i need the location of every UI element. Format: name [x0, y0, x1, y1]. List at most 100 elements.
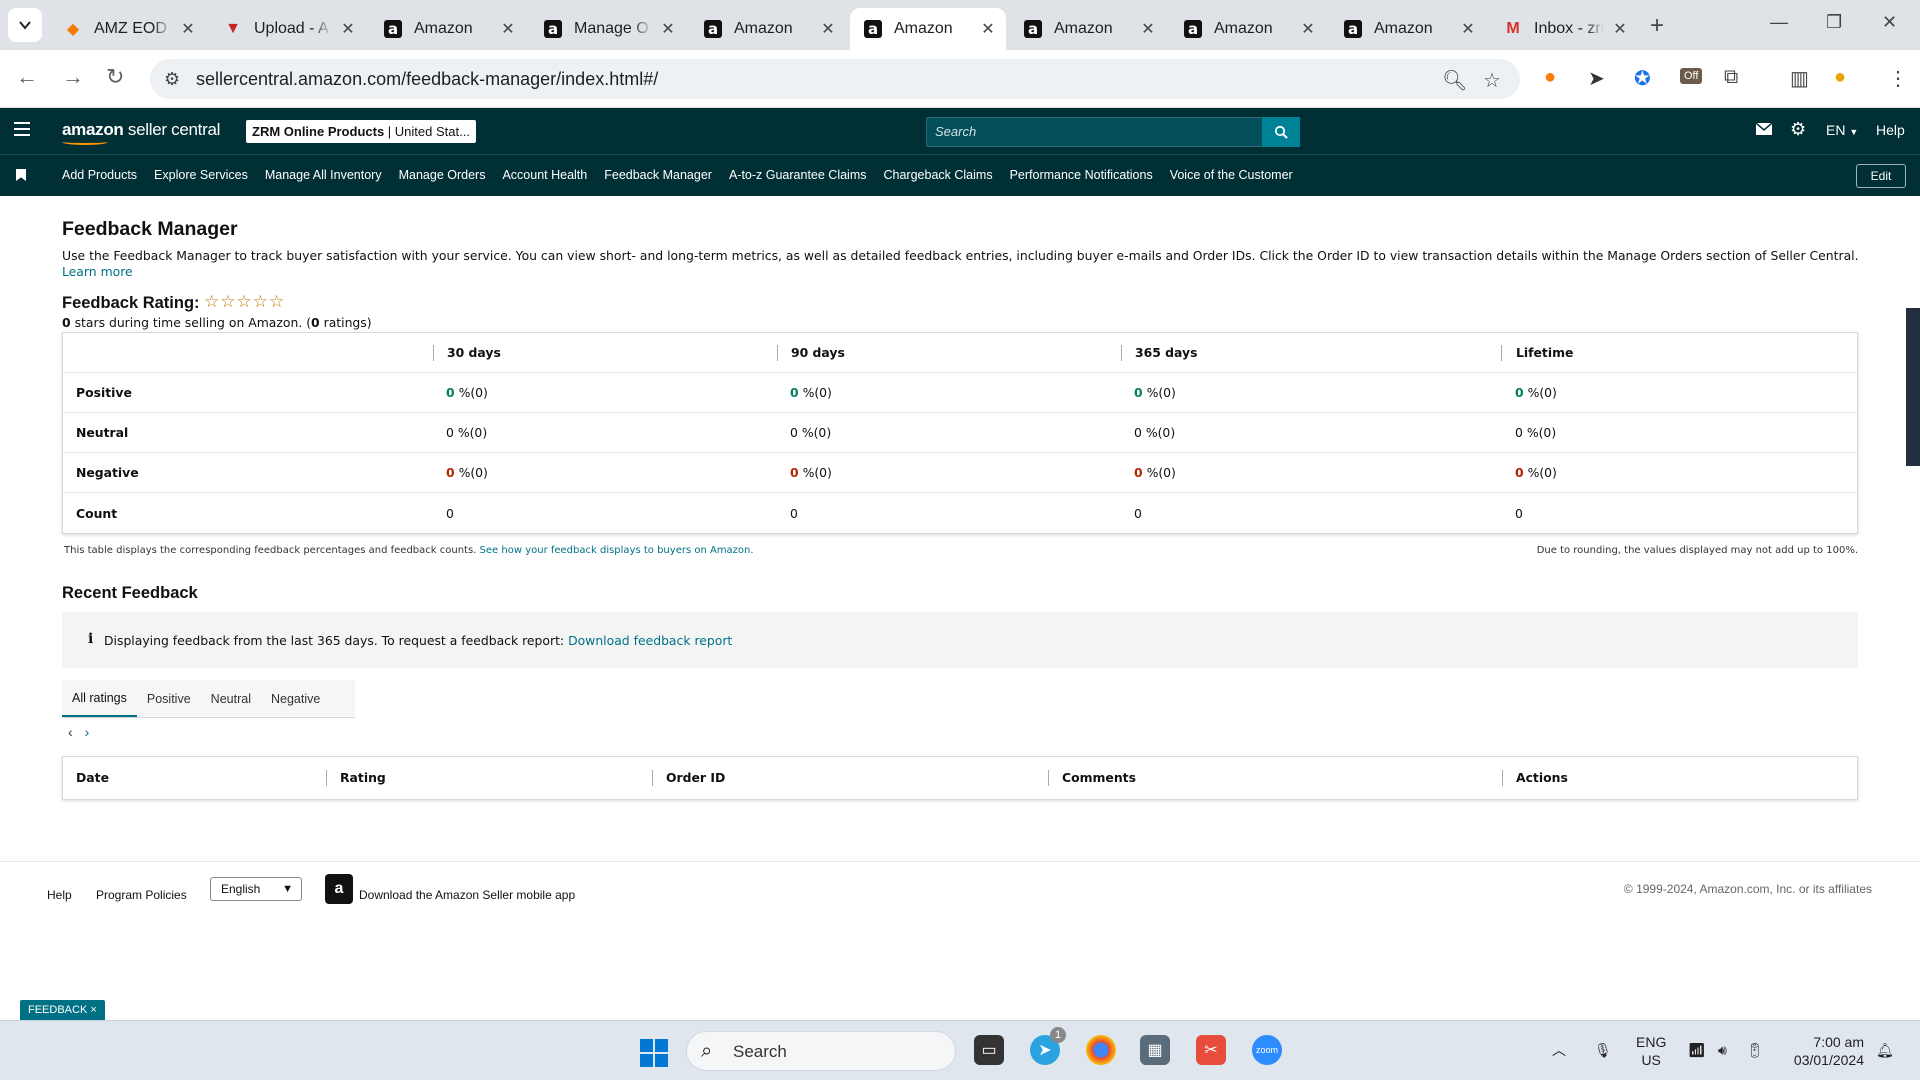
table-row: Positive 0 %(0) 0 %(0) 0 %(0) 0 %(0) [63, 373, 1857, 413]
tab-all-ratings[interactable]: All ratings [62, 680, 137, 717]
bookmark-icon[interactable] [16, 169, 26, 181]
extension-off-badge[interactable]: Off [1680, 68, 1703, 84]
site-settings-icon[interactable]: ⚙ [164, 69, 180, 90]
tab-neutral[interactable]: Neutral [201, 680, 261, 717]
nav-link[interactable]: A-to-z Guarantee Claims [729, 168, 867, 182]
new-tab-plus-icon[interactable]: + [1650, 12, 1664, 40]
minimize-icon[interactable]: — [1770, 12, 1788, 33]
feedback-pill-button[interactable]: FEEDBACK × [20, 1000, 105, 1020]
calculator-icon[interactable]: ▦ [1140, 1035, 1170, 1065]
browser-tab[interactable]: a Amazon ✕ [1330, 8, 1486, 50]
extensions-puzzle-icon[interactable]: ⧉ [1724, 66, 1738, 89]
close-tab-icon[interactable]: ✕ [340, 19, 356, 39]
download-feedback-report-link[interactable]: Download feedback report [568, 633, 732, 648]
browser-tab[interactable]: ◆ AMZ EOD ✕ [50, 8, 206, 50]
amazon-seller-central-logo[interactable]: amazon seller central [62, 120, 220, 145]
tab-positive[interactable]: Positive [137, 680, 201, 717]
back-arrow-icon[interactable]: ← [16, 64, 38, 90]
extension-arrow-icon[interactable]: ➤ [1588, 66, 1605, 91]
learn-more-link[interactable]: Learn more [62, 264, 133, 279]
language-indicator[interactable]: ENG US [1636, 1033, 1666, 1069]
zoom-app-icon[interactable]: zoom [1252, 1035, 1282, 1065]
forward-arrow-icon[interactable]: → [62, 64, 84, 90]
file-explorer-icon[interactable]: ▭ [974, 1035, 1004, 1065]
nav-link[interactable]: Add Products [62, 168, 137, 182]
url-text[interactable]: sellercentral.amazon.com/feedback-manage… [196, 69, 658, 90]
close-tab-icon[interactable]: ✕ [1612, 19, 1628, 39]
column-rating[interactable]: Rating [326, 770, 652, 786]
browser-tab[interactable]: a Amazon ✕ [1010, 8, 1166, 50]
tab-negative[interactable]: Negative [261, 680, 330, 717]
intro-paragraph: Use the Feedback Manager to track buyer … [62, 248, 1862, 280]
browser-tab[interactable]: M Inbox - zrr ✕ [1490, 8, 1638, 50]
windows-start-icon[interactable] [640, 1039, 668, 1067]
side-panel-icon[interactable]: ▥ [1790, 66, 1809, 91]
tab-search-button[interactable] [8, 8, 42, 42]
browser-tab[interactable]: a Amazon ✕ [370, 8, 526, 50]
volume-icon[interactable]: 🔊︎ [1718, 1041, 1727, 1059]
column-actions[interactable]: Actions [1502, 770, 1857, 786]
extension-blue-icon[interactable]: ✪ [1634, 66, 1651, 91]
seller-search-input[interactable]: Search [926, 117, 1300, 147]
close-tab-icon[interactable]: ✕ [980, 19, 996, 39]
chevron-right-icon[interactable]: › [85, 724, 90, 740]
see-feedback-display-link[interactable]: See how your feedback displays to buyers… [480, 545, 754, 556]
browser-tab[interactable]: a Manage O ✕ [530, 8, 686, 50]
browser-tab[interactable]: ▼ Upload - A ✕ [210, 8, 366, 50]
nav-link[interactable]: Account Health [502, 168, 587, 182]
profile-avatar[interactable]: ● [1834, 66, 1846, 89]
browser-tab[interactable]: a Amazon ✕ [690, 8, 846, 50]
browser-menu-icon[interactable]: ⋮ [1888, 66, 1908, 91]
close-tab-icon[interactable]: ✕ [1140, 19, 1156, 39]
nav-link[interactable]: Explore Services [154, 168, 248, 182]
close-window-icon[interactable]: ✕ [1882, 12, 1897, 33]
browser-tab[interactable]: a Amazon ✕ [850, 8, 1006, 50]
settings-gear-icon[interactable]: ⚙ [1790, 119, 1806, 140]
column-date[interactable]: Date [63, 770, 326, 786]
language-select[interactable]: English ▼ [210, 877, 302, 901]
program-policies-link[interactable]: Program Policies [96, 888, 187, 902]
extension-orange-icon[interactable]: ● [1544, 66, 1556, 89]
mail-icon[interactable] [1755, 122, 1773, 138]
footer-help-link[interactable]: Help [47, 888, 72, 902]
clock[interactable]: 7:00 am 03/01/2024 [1784, 1033, 1864, 1069]
snipping-tool-icon[interactable]: ✂ [1196, 1035, 1226, 1065]
edit-nav-button[interactable]: Edit [1856, 164, 1906, 188]
download-app-link[interactable]: Download the Amazon Seller mobile app [359, 888, 575, 902]
bookmark-star-icon[interactable]: ☆ [1483, 68, 1501, 93]
zoom-icon[interactable]: 🔍︎ [1442, 68, 1467, 93]
nav-link[interactable]: Performance Notifications [1010, 168, 1153, 182]
language-dropdown[interactable]: EN ▼ [1826, 122, 1858, 138]
close-tab-icon[interactable]: ✕ [820, 19, 836, 39]
taskbar-search[interactable]: ⌕ Search [686, 1031, 956, 1071]
reload-icon[interactable]: ↻ [106, 64, 124, 90]
close-tab-icon[interactable]: ✕ [500, 19, 516, 39]
wifi-icon[interactable]: 📶︎ [1688, 1041, 1706, 1059]
side-widget-handle[interactable] [1906, 308, 1920, 466]
amazon-app-icon[interactable]: a [325, 874, 353, 904]
store-switcher[interactable]: ZRM Online Products | United Stat... [246, 120, 476, 143]
nav-link[interactable]: Feedback Manager [604, 168, 712, 182]
close-tab-icon[interactable]: ✕ [180, 19, 196, 39]
nav-link[interactable]: Chargeback Claims [884, 168, 993, 182]
address-bar[interactable]: ⚙ sellercentral.amazon.com/feedback-mana… [150, 59, 1520, 99]
close-tab-icon[interactable]: ✕ [660, 19, 676, 39]
chevron-left-icon[interactable]: ‹ [68, 724, 73, 740]
column-order-id[interactable]: Order ID [652, 770, 1048, 786]
notification-bell-icon[interactable]: 🔔︎ [1876, 1041, 1894, 1059]
close-tab-icon[interactable]: ✕ [1300, 19, 1316, 39]
close-tab-icon[interactable]: ✕ [1460, 19, 1476, 39]
help-link[interactable]: Help [1876, 122, 1905, 138]
restore-icon[interactable]: ❐ [1826, 12, 1842, 33]
tray-chevron-up-icon[interactable]: ︿ [1552, 1041, 1566, 1059]
browser-tab[interactable]: a Amazon ✕ [1170, 8, 1326, 50]
nav-link[interactable]: Voice of the Customer [1170, 168, 1293, 182]
battery-icon[interactable]: 🔋︎ [1746, 1041, 1764, 1059]
search-button[interactable] [1262, 117, 1300, 147]
nav-link[interactable]: Manage Orders [399, 168, 486, 182]
nav-link[interactable]: Manage All Inventory [265, 168, 382, 182]
chrome-icon[interactable] [1086, 1035, 1116, 1065]
hamburger-menu-icon[interactable] [14, 122, 30, 140]
microphone-icon[interactable]: 🎙︎ [1594, 1041, 1612, 1059]
column-comments[interactable]: Comments [1048, 770, 1502, 786]
